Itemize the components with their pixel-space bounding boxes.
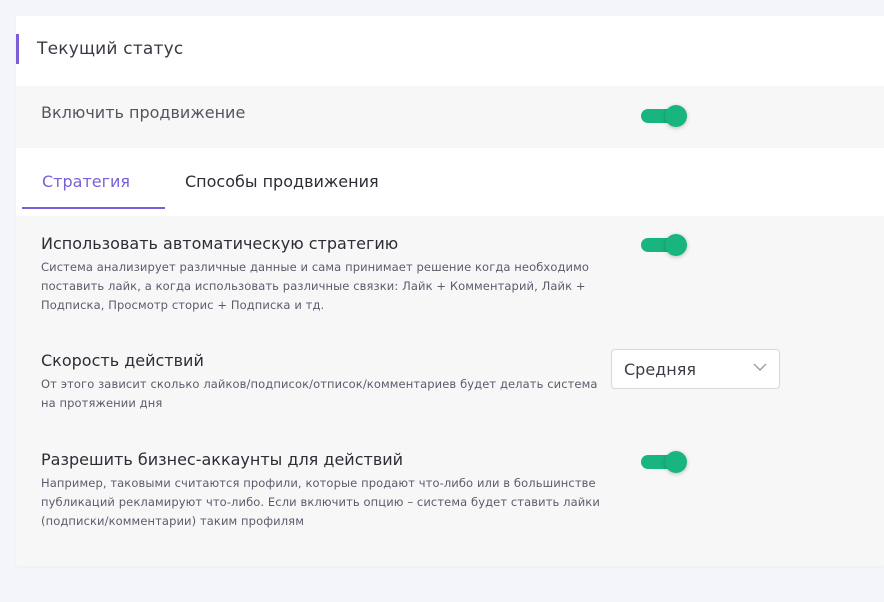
- speed-select[interactable]: Средняя: [611, 349, 780, 389]
- tab-promotion-methods[interactable]: Способы продвижения: [185, 172, 379, 191]
- active-tab-indicator: [22, 207, 165, 209]
- business-accounts-setting: Разрешить бизнес-аккаунты для действий Н…: [41, 450, 601, 531]
- auto-strategy-title: Использовать автоматическую стратегию: [41, 234, 399, 253]
- auto-strategy-setting: Использовать автоматическую стратегию Си…: [41, 234, 601, 315]
- speed-select-value: Средняя: [624, 360, 696, 379]
- auto-strategy-description: Система анализирует различные данные и с…: [41, 260, 589, 312]
- business-accounts-description: Например, таковыми считаются профили, ко…: [41, 476, 600, 528]
- tab-bar: Стратегия Способы продвижения: [16, 148, 884, 216]
- strategy-settings: Использовать автоматическую стратегию Си…: [16, 216, 884, 566]
- toggle-knob: [665, 234, 687, 256]
- settings-card: Текущий статус Включить продвижение Стра…: [16, 16, 884, 566]
- promotion-row: Включить продвижение: [16, 86, 884, 148]
- status-header: Текущий статус: [16, 34, 884, 64]
- speed-title: Скорость действий: [41, 351, 204, 370]
- speed-setting: Скорость действий От этого зависит сколь…: [41, 351, 601, 413]
- status-title: Текущий статус: [37, 39, 184, 59]
- tab-strategy[interactable]: Стратегия: [42, 172, 130, 191]
- toggle-knob: [665, 451, 687, 473]
- auto-strategy-toggle[interactable]: [641, 234, 687, 256]
- business-accounts-toggle[interactable]: [641, 451, 687, 473]
- toggle-knob: [665, 105, 687, 127]
- promotion-label: Включить продвижение: [41, 103, 246, 122]
- business-accounts-title: Разрешить бизнес-аккаунты для действий: [41, 450, 404, 469]
- promotion-toggle[interactable]: [641, 105, 687, 127]
- chevron-down-icon: [753, 363, 767, 371]
- speed-description: От этого зависит сколько лайков/подписок…: [41, 377, 598, 410]
